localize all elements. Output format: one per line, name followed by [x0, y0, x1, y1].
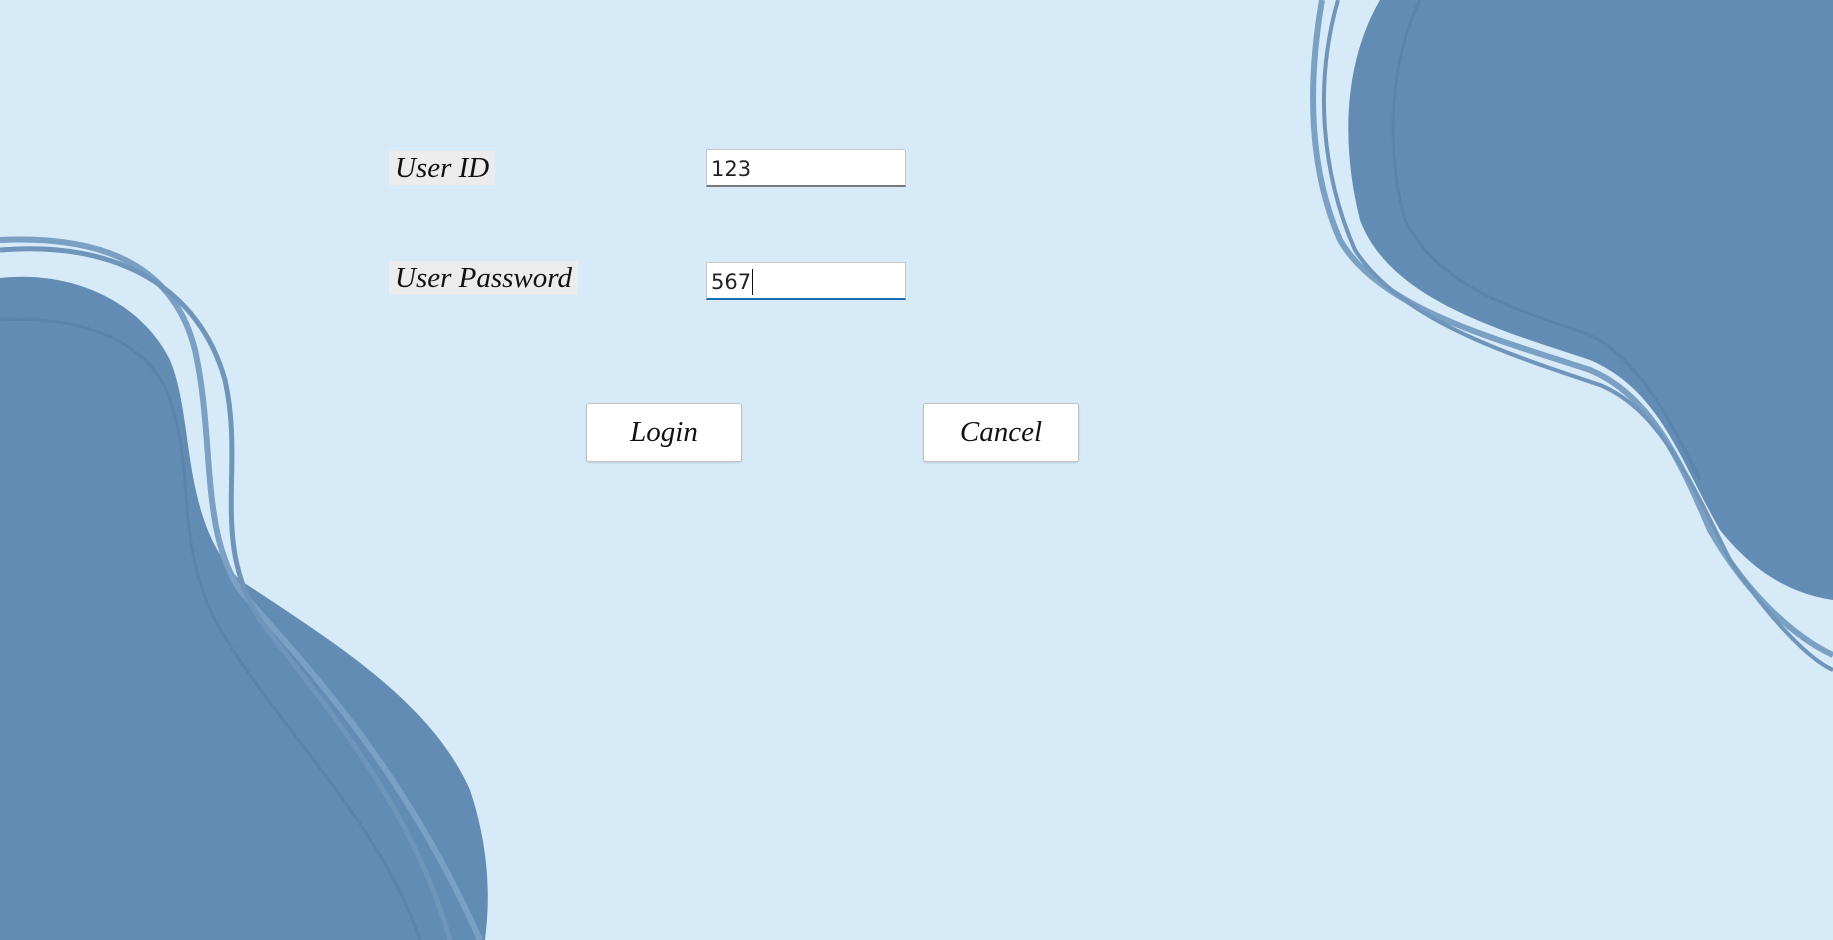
blob-bottom-left — [0, 276, 488, 940]
decorative-background — [0, 0, 1833, 940]
cancel-button-label: Cancel — [959, 416, 1043, 448]
text-caret — [752, 269, 754, 295]
user-id-label: User ID — [389, 151, 496, 185]
login-button[interactable]: Login — [586, 403, 742, 462]
user-password-label: User Password — [389, 261, 578, 295]
user-id-input[interactable]: 123 — [706, 149, 906, 187]
user-password-input[interactable]: 567 — [706, 262, 906, 300]
login-button-label: Login — [630, 416, 698, 448]
login-window: User ID 123 User Password 567 Login Canc… — [0, 0, 1833, 940]
blob-top-right — [1348, 0, 1833, 600]
cancel-button[interactable]: Cancel — [923, 403, 1079, 462]
user-password-value: 567 — [711, 270, 752, 294]
user-id-value: 123 — [711, 157, 752, 181]
